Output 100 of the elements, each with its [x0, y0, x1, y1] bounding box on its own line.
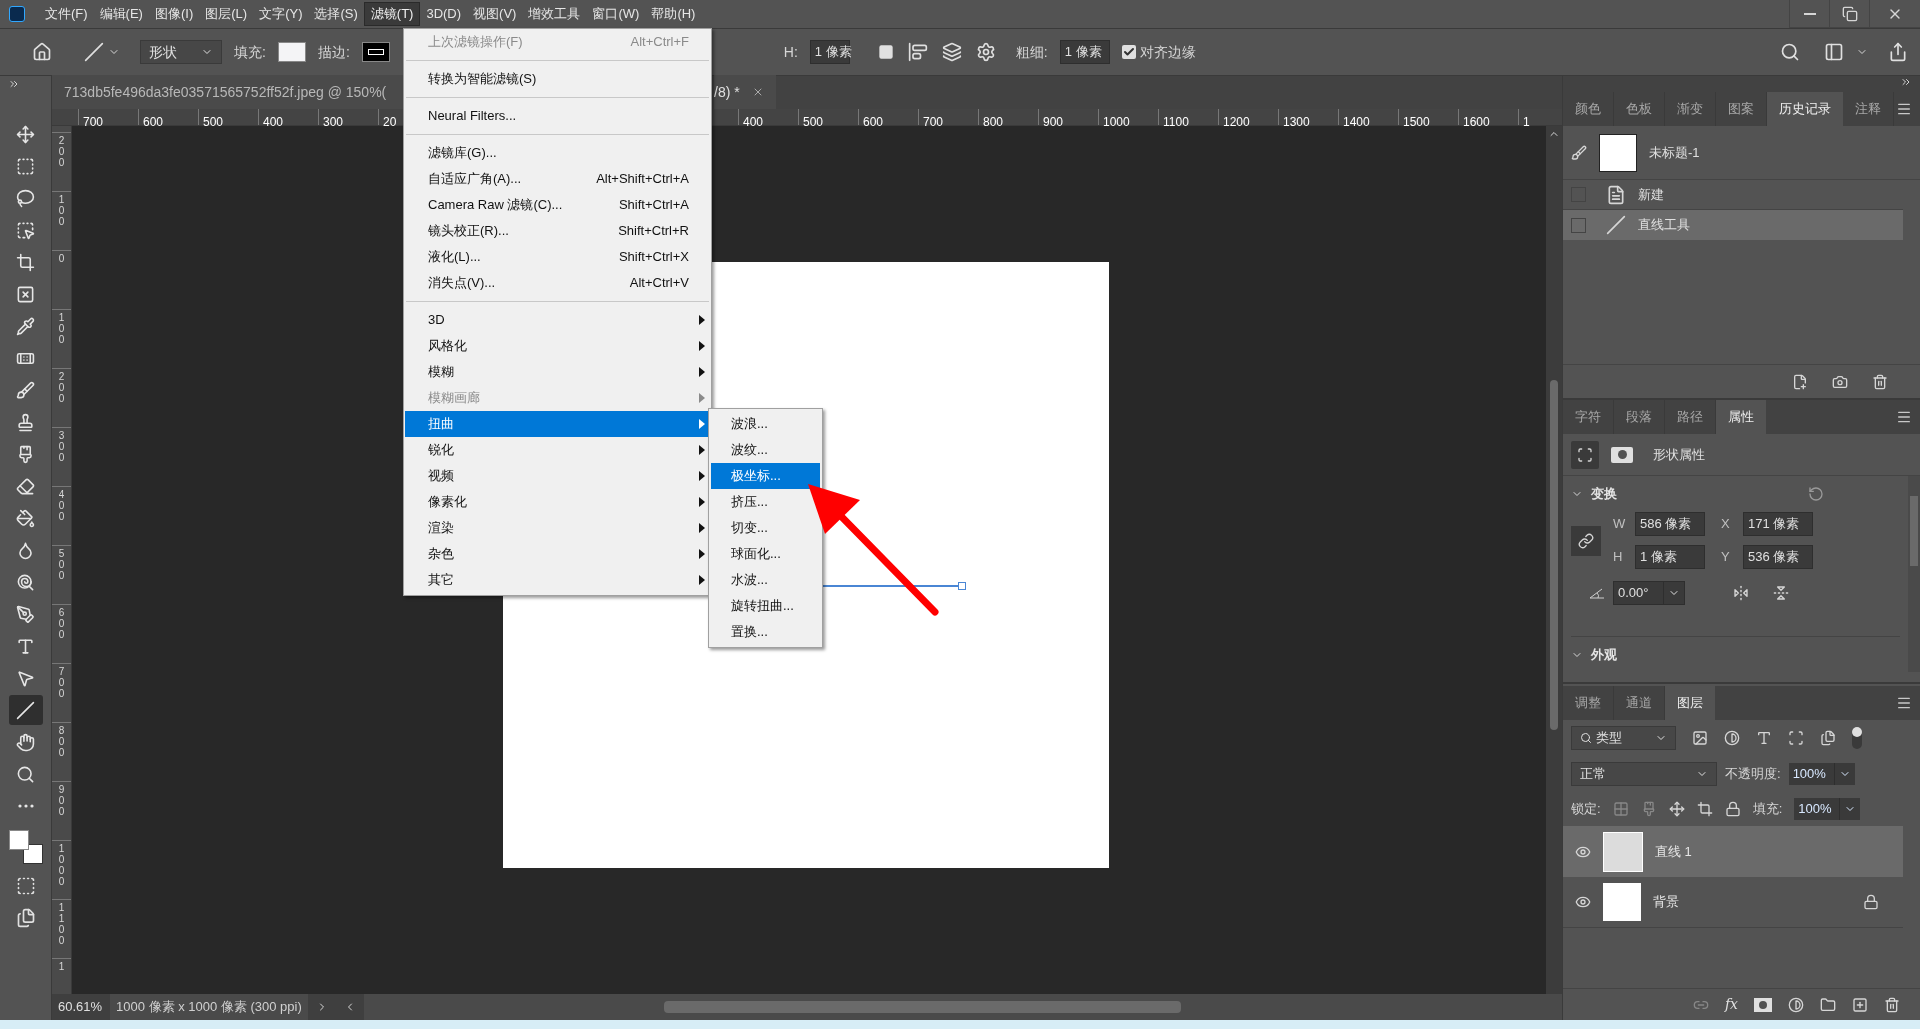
panel-tab[interactable]: 色板 — [1614, 92, 1665, 126]
menu-item[interactable]: 选择(S) — [308, 0, 364, 28]
history-step[interactable]: 直线工具 — [1563, 210, 1903, 240]
type-icon[interactable] — [1756, 730, 1772, 746]
trash-icon[interactable] — [1884, 996, 1900, 1013]
anchor-handle[interactable] — [958, 582, 966, 590]
scroll-thumb[interactable] — [1910, 496, 1918, 566]
menu-item[interactable]: 镜头校正(R)... Shift+Ctrl+R — [405, 218, 710, 244]
flip-vertical-icon[interactable] — [1773, 585, 1789, 601]
height-field[interactable]: 1 像素 — [809, 40, 850, 64]
reset-icon[interactable] — [1808, 486, 1824, 502]
panel-tab[interactable]: 字符 — [1563, 400, 1614, 434]
submenu-item[interactable]: 其它 — [405, 567, 710, 593]
shape-toggle-button[interactable] — [1571, 440, 1599, 469]
camera-icon[interactable] — [1832, 373, 1848, 390]
shape-mode-dropdown[interactable]: 形状 — [140, 40, 222, 64]
filter-dropdown[interactable]: 类型 — [1571, 726, 1676, 750]
menu-item[interactable]: 水波... — [711, 567, 820, 593]
align-icon[interactable] — [907, 42, 928, 62]
x-field[interactable]: 171 像素 — [1743, 512, 1813, 536]
submenu-item[interactable]: 模糊 — [405, 359, 710, 385]
menu-item[interactable]: 极坐标... — [711, 463, 820, 489]
menu-item[interactable]: 自适应广角(A)... Alt+Shift+Ctrl+A — [405, 166, 710, 192]
submenu-item[interactable]: 渲染 — [405, 515, 710, 541]
mask-icon[interactable] — [1611, 446, 1633, 463]
collapse-icon[interactable] — [1900, 76, 1912, 88]
dashed-square-icon[interactable] — [15, 876, 36, 896]
new-document-icon[interactable] — [1792, 373, 1808, 390]
image-icon[interactable] — [1692, 730, 1708, 746]
stroke-swatch[interactable] — [361, 42, 390, 62]
folder-icon[interactable] — [1820, 996, 1836, 1013]
width-field[interactable]: 586 像素 — [1635, 512, 1705, 536]
menu-item[interactable]: 3D(D) — [420, 0, 468, 28]
submenu-item[interactable]: 风格化 — [405, 333, 710, 359]
submenu-item[interactable]: 扭曲 — [405, 411, 710, 437]
search-icon[interactable] — [1780, 42, 1800, 62]
menu-item[interactable]: 编辑(E) — [93, 0, 149, 28]
lock-icon[interactable] — [1724, 801, 1741, 817]
color-swatches[interactable] — [8, 830, 43, 864]
brush-icon[interactable] — [1571, 144, 1587, 161]
height-field[interactable]: 1 像素 — [1635, 545, 1705, 569]
contrast-icon[interactable] — [1724, 730, 1740, 746]
menu-item[interactable]: 图像(I) — [148, 0, 200, 28]
blend-mode-dropdown[interactable]: 正常 — [1571, 762, 1717, 786]
mask-icon[interactable] — [1754, 997, 1772, 1012]
menu-item[interactable]: 置换... — [711, 619, 820, 645]
panel-tab[interactable]: 历史记录 — [1767, 92, 1843, 126]
panel-tab[interactable]: 段落 — [1614, 400, 1665, 434]
scroll-thumb[interactable] — [1550, 380, 1558, 730]
files-icon[interactable] — [1820, 730, 1836, 746]
panel-menu-icon[interactable] — [1896, 409, 1912, 425]
lock-icon[interactable] — [1863, 894, 1879, 910]
menu-item[interactable]: 球面化... — [711, 541, 820, 567]
move-arrows-icon[interactable] — [1668, 801, 1685, 817]
screens-icon[interactable] — [15, 908, 36, 928]
filter-toggle[interactable] — [1852, 727, 1862, 749]
eye-icon[interactable] — [1575, 894, 1591, 910]
menu-item[interactable]: 滤镜库(G)... — [405, 140, 710, 166]
layers-stack-icon[interactable] — [941, 42, 962, 62]
scroll-thumb[interactable] — [663, 1001, 1181, 1013]
checker-icon[interactable] — [1612, 801, 1629, 817]
weight-field[interactable]: 1 像素 — [1059, 40, 1110, 64]
menu-item[interactable]: 增效工具 — [522, 0, 587, 28]
submenu-item[interactable]: 视频 — [405, 463, 710, 489]
panel-tab[interactable]: 渐变 — [1665, 92, 1716, 126]
tool-button[interactable] — [8, 695, 43, 725]
contrast-icon[interactable] — [1788, 996, 1804, 1013]
menu-item[interactable]: 液化(L)... Shift+Ctrl+X — [405, 244, 710, 270]
fill-field[interactable]: 100% — [1794, 798, 1861, 820]
section-heading[interactable]: 外观 — [1591, 644, 1617, 665]
menu-item[interactable]: 图层(L) — [199, 0, 254, 28]
panel-menu-icon[interactable] — [1896, 101, 1912, 117]
checkbox[interactable] — [1121, 45, 1136, 59]
submenu-item[interactable]: 杂色 — [405, 541, 710, 567]
snapshot-name[interactable]: 未标题-1 — [1649, 142, 1700, 163]
settings-icon[interactable] — [975, 42, 996, 62]
panel-tab[interactable]: 调整 — [1563, 686, 1614, 720]
flip-horizontal-icon[interactable] — [1733, 585, 1749, 601]
expand-icon[interactable] — [8, 78, 20, 90]
submenu-item[interactable]: 3D — [405, 307, 710, 333]
submenu-item[interactable]: 像素化 — [405, 489, 710, 515]
menu-item[interactable]: Camera Raw 滤镜(C)... Shift+Ctrl+A — [405, 192, 710, 218]
menu-item[interactable]: 文字(Y) — [253, 0, 309, 28]
workspace-icon[interactable] — [1824, 42, 1844, 62]
layer-row[interactable]: 背景 — [1563, 877, 1903, 928]
menu-item[interactable]: 窗口(W) — [586, 0, 646, 28]
panel-tab[interactable]: 图层 — [1665, 686, 1715, 720]
home-icon[interactable] — [32, 42, 52, 62]
panel-tab[interactable]: 属性 — [1716, 400, 1766, 434]
menu-item[interactable]: 视图(V) — [467, 0, 523, 28]
menu-item[interactable]: 消失点(V)... Alt+Ctrl+V — [405, 270, 710, 296]
new-layer-icon[interactable] — [1852, 996, 1868, 1013]
square-icon[interactable] — [877, 44, 894, 60]
menu-item[interactable]: 文件(F) — [39, 0, 94, 28]
submenu-item[interactable]: 锐化 — [405, 437, 710, 463]
layer-row[interactable]: 直线 1 — [1563, 826, 1903, 877]
crop-icon[interactable] — [1696, 801, 1713, 817]
document-tab[interactable]: /8) * — [714, 75, 776, 109]
trash-icon[interactable] — [1872, 373, 1888, 390]
panel-tab[interactable]: 注释 — [1843, 92, 1894, 126]
